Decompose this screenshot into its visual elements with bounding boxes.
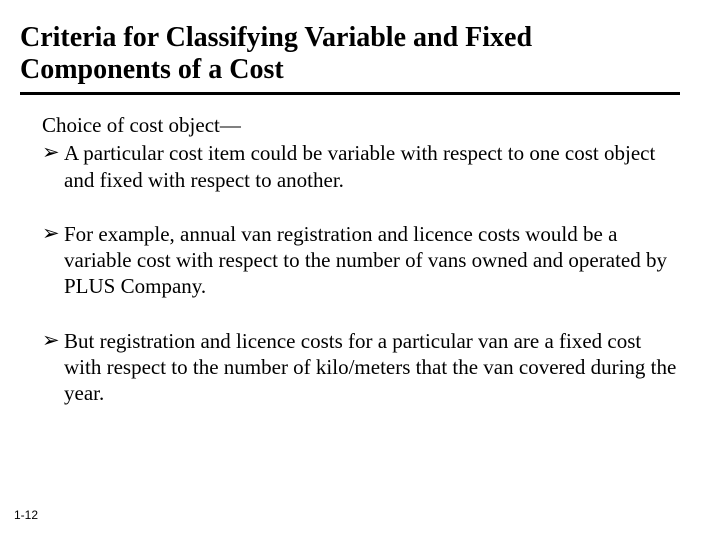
- bullet-item: ➢ A particular cost item could be variab…: [42, 140, 682, 193]
- bullet-marker-icon: ➢: [42, 140, 64, 166]
- bullet-item: ➢ For example, annual van registration a…: [42, 221, 682, 300]
- bullet-marker-icon: ➢: [42, 328, 64, 354]
- lead-line: Choice of cost object—: [42, 112, 682, 138]
- bullet-text: For example, annual van registration and…: [64, 221, 682, 300]
- bullet-item: ➢ But registration and licence costs for…: [42, 328, 682, 407]
- bullet-text: But registration and licence costs for a…: [64, 328, 682, 407]
- bullet-text: A particular cost item could be variable…: [64, 140, 682, 193]
- page-number: 1-12: [14, 508, 38, 522]
- slide-title: Criteria for Classifying Variable and Fi…: [20, 22, 680, 95]
- slide: Criteria for Classifying Variable and Fi…: [0, 0, 720, 540]
- body-text: Choice of cost object— ➢ A particular co…: [42, 112, 682, 406]
- bullet-marker-icon: ➢: [42, 221, 64, 247]
